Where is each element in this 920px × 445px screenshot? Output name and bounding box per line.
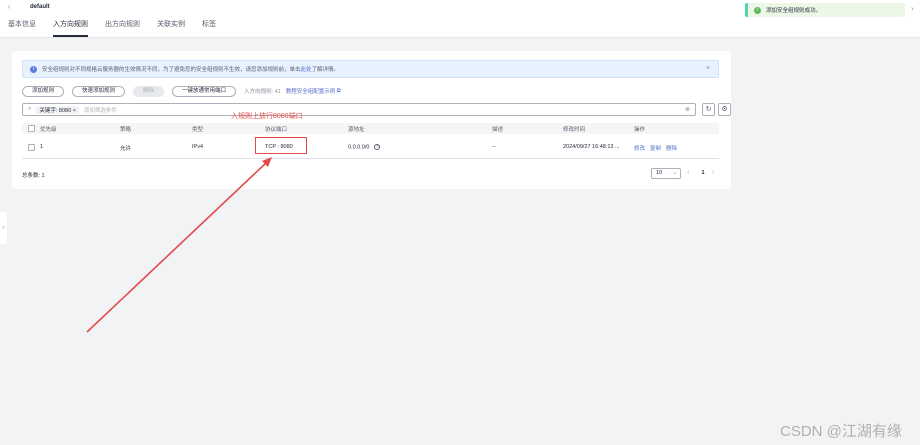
watermark: CSDN @江湖有缘 <box>780 423 902 440</box>
arrow-line <box>86 162 267 333</box>
sidebar-expand-handle[interactable]: › <box>0 212 7 244</box>
annotation-arrow <box>86 157 272 333</box>
